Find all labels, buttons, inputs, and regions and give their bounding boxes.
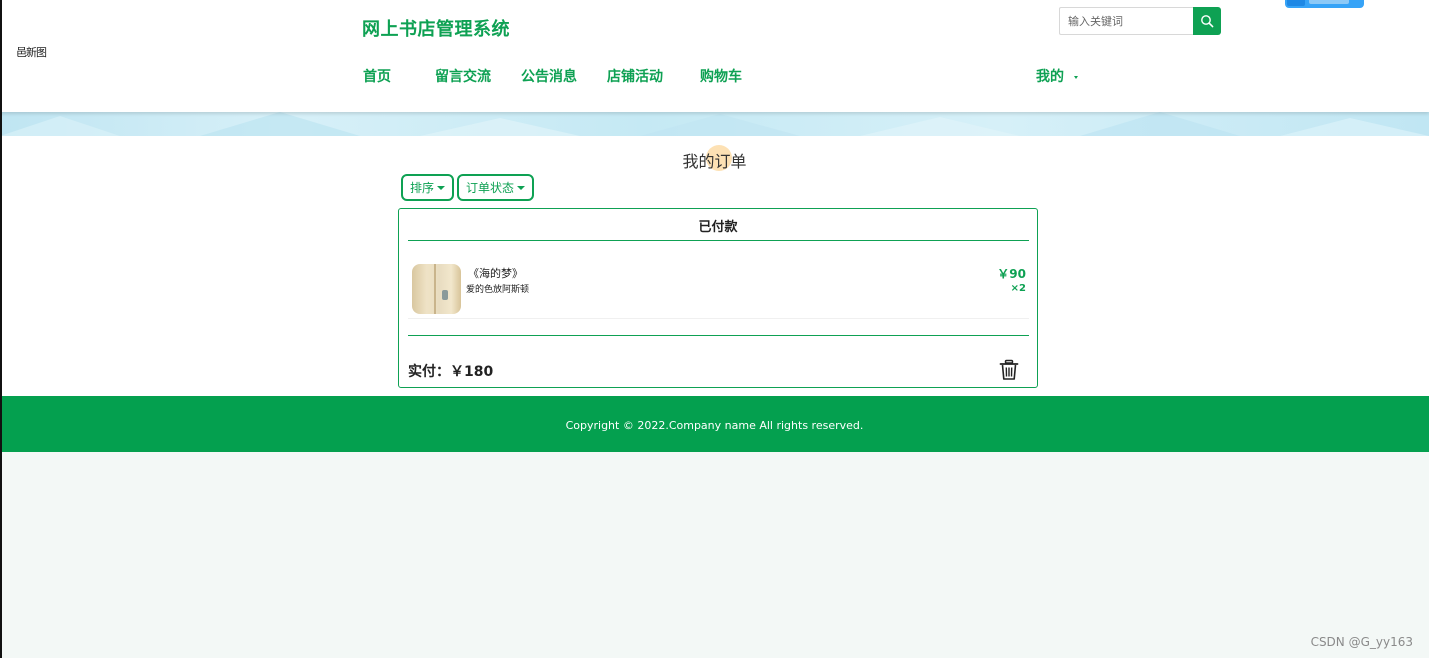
- order-status-dropdown-button[interactable]: 订单状态: [457, 174, 534, 201]
- nav-home[interactable]: 首页: [363, 66, 391, 86]
- nav-notices[interactable]: 公告消息: [521, 66, 577, 86]
- search-button[interactable]: [1193, 7, 1221, 35]
- watermark: CSDN @G_yy163: [1310, 635, 1413, 649]
- book-thumbnail[interactable]: [412, 264, 461, 314]
- nav-messages[interactable]: 留言交流: [435, 66, 491, 86]
- item-quantity: ×2: [1010, 283, 1026, 294]
- order-total: 实付：￥180: [408, 364, 494, 380]
- caret-down-icon: [517, 185, 525, 190]
- search-field[interactable]: [1059, 7, 1194, 35]
- nav-mine-dropdown[interactable]: 我的: [1036, 66, 1078, 86]
- corner-badge[interactable]: [1285, 0, 1364, 8]
- window-edge: [0, 0, 2, 658]
- banner-strip: [0, 112, 1429, 136]
- order-status-label: 订单状态: [465, 181, 514, 195]
- order-card: 已付款 《海的梦》 爱的色放阿斯顿 ￥90 ×2 实付：￥180: [398, 208, 1038, 388]
- delete-order-button[interactable]: [998, 359, 1020, 381]
- nav-cart[interactable]: 购物车: [700, 66, 742, 86]
- copyright-text: Copyright © 2022.Company name All rights…: [565, 419, 864, 432]
- site-header: 邑新图 网上书店管理系统 首页 留言交流 公告消息 店铺活动 购物车 我的: [0, 0, 1429, 112]
- banner-pattern: [0, 112, 1429, 136]
- order-status: 已付款: [698, 220, 738, 235]
- caret-down-icon: [1074, 75, 1078, 79]
- divider: [408, 335, 1029, 336]
- item-separator: [408, 318, 1029, 319]
- search-icon: [1201, 15, 1214, 28]
- trash-icon: [999, 359, 1019, 380]
- search-input[interactable]: [1060, 8, 1194, 34]
- divider: [408, 240, 1029, 241]
- book-author: 爱的色放阿斯顿: [466, 285, 530, 295]
- page-title: 我的订单: [682, 152, 747, 171]
- sort-dropdown-button[interactable]: 排序: [401, 174, 454, 201]
- item-price: ￥90: [997, 267, 1026, 281]
- side-text: 邑新图: [16, 46, 47, 59]
- nav-activities[interactable]: 店铺活动: [607, 66, 663, 86]
- nav-mine-label: 我的: [1036, 69, 1064, 85]
- sort-label: 排序: [409, 181, 434, 195]
- book-title[interactable]: 《海的梦》: [468, 265, 523, 281]
- caret-down-icon: [437, 185, 445, 190]
- site-title[interactable]: 网上书店管理系统: [362, 15, 510, 41]
